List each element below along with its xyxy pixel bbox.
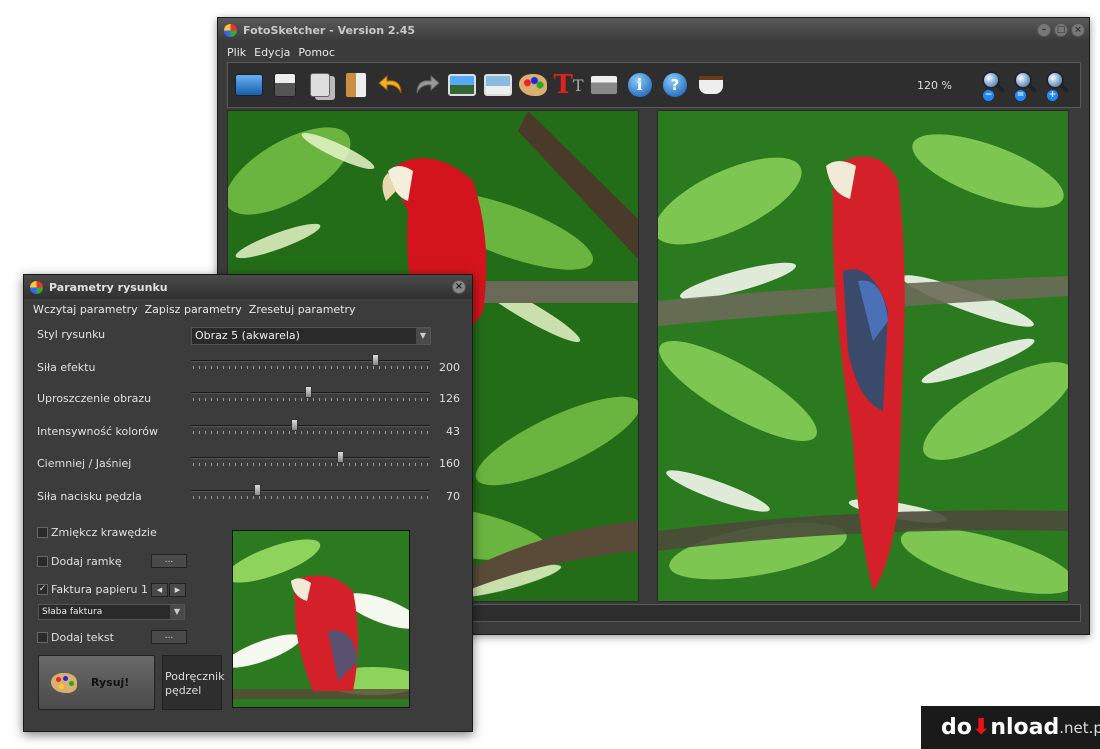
zoom-level: 120 %	[917, 79, 952, 92]
checkbox-box[interactable]	[37, 527, 48, 538]
save-icon[interactable]	[269, 69, 301, 101]
zoom-in-icon[interactable]: +	[1042, 69, 1072, 103]
window-titlebar[interactable]: FotoSketcher - Version 2.45 – □ ×	[218, 18, 1089, 42]
frame-options-button[interactable]: ...	[151, 554, 187, 568]
menu-save-params[interactable]: Zapisz parametry	[145, 303, 242, 316]
slider-label: Siła efektu	[37, 361, 96, 374]
add-frame-checkbox[interactable]: Dodaj ramkę	[37, 555, 122, 568]
dialog-app-icon	[30, 280, 43, 294]
dialog-close-icon[interactable]: ×	[452, 280, 466, 294]
open-icon[interactable]	[233, 69, 265, 101]
help-icon[interactable]: ?	[659, 69, 691, 101]
paper-texture-checkbox[interactable]: ✓ Faktura papieru 1	[37, 583, 148, 596]
chevron-down-icon: ▼	[170, 605, 184, 619]
palette-icon	[51, 672, 77, 693]
zoom-out-icon[interactable]: −	[978, 69, 1008, 103]
texture-select[interactable]: Słaba faktura ▼	[38, 604, 185, 620]
menu-pomoc[interactable]: Pomoc	[298, 46, 334, 59]
soften-edges-checkbox[interactable]: Zmiękcz krawędzie	[37, 526, 157, 539]
slider-thumb[interactable]	[337, 451, 345, 463]
original-image-icon[interactable]	[446, 69, 478, 101]
texture-prev-button[interactable]: ◀	[151, 583, 168, 597]
slider-label: Uproszczenie obrazu	[37, 392, 152, 405]
undo-icon[interactable]	[375, 69, 407, 101]
toolbar: TT i ? 120 % − = +	[227, 62, 1081, 108]
palette-icon[interactable]	[517, 69, 549, 101]
slider-value: 200	[439, 361, 460, 374]
text-icon[interactable]: TT	[553, 69, 585, 101]
draw-button-label: Rysuj!	[91, 676, 130, 689]
info-icon[interactable]: i	[624, 69, 656, 101]
coffee-icon[interactable]	[695, 69, 727, 101]
style-select-value: Obraz 5 (akwarela)	[195, 329, 300, 342]
parameters-dialog: Parametry rysunku × Wczytaj parametry Za…	[23, 274, 473, 732]
add-text-checkbox[interactable]: Dodaj tekst	[37, 631, 114, 644]
dialog-menu: Wczytaj parametry Zapisz parametry Zrese…	[24, 299, 472, 319]
zoom-fit-icon[interactable]: =	[1010, 69, 1040, 103]
result-image-icon[interactable]	[482, 69, 514, 101]
menu-plik[interactable]: Plik	[227, 46, 246, 59]
download-logo: do⬇nload.net.pl	[921, 706, 1100, 749]
result-image-pane[interactable]	[657, 110, 1069, 602]
redo-icon[interactable]	[411, 69, 443, 101]
slider-value: 160	[439, 457, 460, 470]
app-icon	[224, 23, 237, 37]
slider-thumb[interactable]	[290, 419, 298, 431]
dialog-titlebar[interactable]: Parametry rysunku ×	[24, 275, 472, 299]
menu-edycja[interactable]: Edycja	[254, 46, 290, 59]
style-label: Styl rysunku	[37, 328, 106, 341]
copy-icon[interactable]	[304, 69, 336, 101]
close-button[interactable]: ×	[1071, 23, 1085, 37]
slider-thumb[interactable]	[371, 354, 379, 366]
style-select[interactable]: Obraz 5 (akwarela) ▼	[191, 327, 431, 345]
dialog-title: Parametry rysunku	[49, 280, 168, 294]
brush-pressure-slider[interactable]	[191, 484, 430, 500]
print-icon[interactable]	[588, 69, 620, 101]
preview-thumbnail	[232, 530, 410, 708]
slider-thumb[interactable]	[253, 484, 261, 496]
menu-load-params[interactable]: Wczytaj parametry	[33, 303, 138, 316]
effect-strength-slider[interactable]	[191, 354, 430, 370]
slider-label: Ciemniej / Jaśniej	[37, 457, 132, 470]
window-title: FotoSketcher - Version 2.45	[243, 23, 416, 37]
checkbox-box[interactable]	[37, 632, 48, 643]
menu-bar: Plik Edycja Pomoc	[218, 42, 1089, 62]
checkbox-box[interactable]	[37, 556, 48, 567]
simplification-slider[interactable]	[191, 386, 430, 402]
texture-select-value: Słaba faktura	[42, 607, 103, 617]
checkbox-label: Faktura papieru 1	[51, 583, 148, 596]
result-painting	[658, 111, 1068, 601]
checkbox-box[interactable]: ✓	[37, 584, 48, 595]
checkbox-label: Dodaj ramkę	[51, 555, 122, 568]
minimize-button[interactable]: –	[1037, 23, 1051, 37]
chevron-down-icon: ▼	[416, 328, 430, 344]
brightness-slider[interactable]	[191, 451, 430, 467]
slider-value: 126	[439, 392, 460, 405]
slider-label: Intensywność kolorów	[37, 425, 158, 438]
texture-next-button[interactable]: ▶	[169, 583, 186, 597]
checkbox-label: Zmiękcz krawędzie	[51, 526, 157, 539]
menu-reset-params[interactable]: Zresetuj parametry	[249, 303, 356, 316]
slider-thumb[interactable]	[304, 386, 312, 398]
slider-value: 70	[446, 490, 460, 503]
draw-button[interactable]: Rysuj!	[38, 655, 155, 710]
brush-handbook-button[interactable]: Podręcznik pędzel	[162, 655, 224, 710]
slider-value: 43	[446, 425, 460, 438]
paste-icon[interactable]	[340, 69, 372, 101]
slider-label: Siła nacisku pędzla	[37, 490, 142, 503]
maximize-button[interactable]: □	[1054, 23, 1068, 37]
text-options-button[interactable]: ...	[151, 630, 187, 644]
checkbox-label: Dodaj tekst	[51, 631, 114, 644]
color-intensity-slider[interactable]	[191, 419, 430, 435]
